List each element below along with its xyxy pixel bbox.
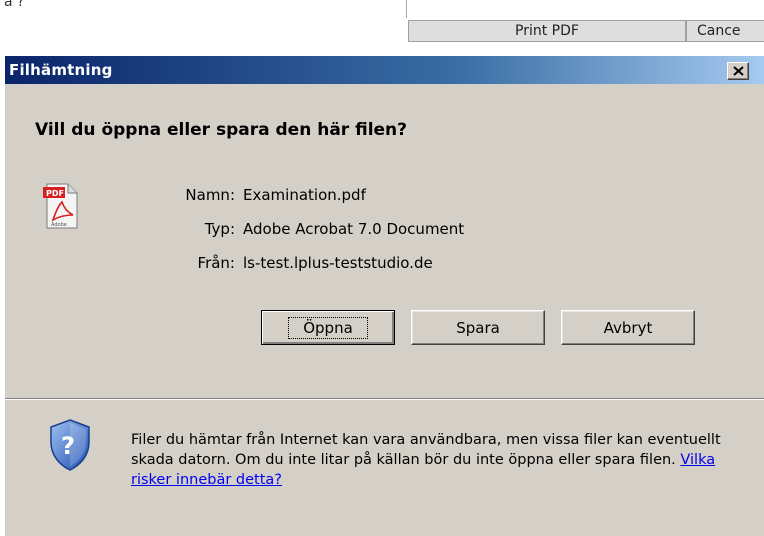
shield-question-icon: ? bbox=[50, 419, 90, 471]
close-button[interactable] bbox=[727, 62, 749, 80]
dialog-title: Filhämtning bbox=[9, 61, 113, 79]
background-text: a ? bbox=[4, 0, 25, 10]
file-type-label: Typ: bbox=[204, 220, 235, 238]
warning-text: Filer du hämtar från Internet kan vara a… bbox=[131, 432, 721, 468]
file-source-label: Från: bbox=[197, 254, 235, 272]
background-cancel-button[interactable]: Cance bbox=[686, 20, 764, 42]
print-pdf-button[interactable]: Print PDF bbox=[408, 20, 686, 42]
separator bbox=[5, 398, 764, 400]
close-icon bbox=[733, 66, 744, 76]
file-source-value: ls-test.lplus-teststudio.de bbox=[243, 254, 433, 272]
pdf-file-icon: PDF Adobe bbox=[43, 183, 78, 229]
file-download-dialog: Filhämtning Vill du öppna eller spara de… bbox=[4, 56, 764, 536]
svg-text:PDF: PDF bbox=[46, 189, 64, 198]
save-button[interactable]: Spara bbox=[411, 310, 545, 345]
security-warning: Filer du hämtar från Internet kan vara a… bbox=[131, 430, 731, 490]
file-name-value: Examination.pdf bbox=[243, 186, 366, 204]
file-type-value: Adobe Acrobat 7.0 Document bbox=[243, 220, 465, 238]
title-bar[interactable]: Filhämtning bbox=[5, 56, 764, 84]
dialog-question: Vill du öppna eller spara den här filen? bbox=[35, 120, 408, 140]
file-name-label: Namn: bbox=[185, 186, 235, 204]
cancel-button[interactable]: Avbryt bbox=[561, 310, 695, 345]
background-divider bbox=[406, 0, 407, 18]
open-button-label: Öppna bbox=[288, 316, 368, 339]
open-button[interactable]: Öppna bbox=[261, 310, 395, 345]
svg-text:?: ? bbox=[61, 432, 75, 460]
svg-text:Adobe: Adobe bbox=[51, 222, 67, 228]
